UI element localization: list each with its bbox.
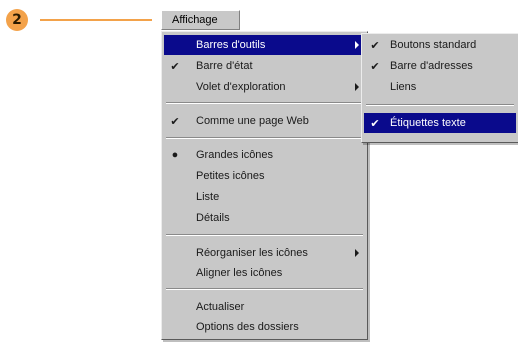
submenu-item-text-labels[interactable]: ✔ Étiquettes texte xyxy=(364,113,516,133)
menu-item-label: Barre d'adresses xyxy=(390,60,473,72)
step-number-badge: 2 xyxy=(6,9,28,31)
menu-item-small-icons[interactable]: Petites icônes xyxy=(164,166,365,186)
submenu-arrow-icon xyxy=(355,249,359,257)
menu-item-label: Détails xyxy=(196,212,230,224)
menu-item-label: Actualiser xyxy=(196,301,245,313)
menu-item-label: Liens xyxy=(390,81,417,93)
menu-separator xyxy=(366,104,514,106)
check-icon: ✔ xyxy=(370,117,380,130)
menu-item-label: Barres d'outils xyxy=(196,39,266,51)
check-icon: ✔ xyxy=(370,60,380,73)
menu-separator xyxy=(166,234,363,236)
menu-item-label: Volet d'exploration xyxy=(196,81,286,93)
submenu-arrow-icon xyxy=(355,83,359,91)
menu-item-large-icons[interactable]: ● Grandes icônes xyxy=(164,145,365,165)
toolbars-submenu: ✔ Boutons standard ✔ Barre d'adresses Li… xyxy=(361,33,518,143)
menu-item-arrange-icons[interactable]: Réorganiser les icônes xyxy=(164,243,365,263)
menu-item-line-up-icons[interactable]: Aligner les icônes xyxy=(164,263,365,283)
callout-line xyxy=(40,19,152,21)
menubar-affichage-label: Affichage xyxy=(172,14,218,26)
menu-item-label: Aligner les icônes xyxy=(196,267,283,279)
submenu-item-links[interactable]: Liens xyxy=(364,77,516,97)
menu-item-folder-options[interactable]: Options des dossiers xyxy=(164,317,365,337)
menu-item-label: Petites icônes xyxy=(196,170,265,182)
submenu-arrow-icon xyxy=(355,41,359,49)
check-icon: ✔ xyxy=(170,60,180,73)
menu-item-label: Options des dossiers xyxy=(196,321,299,333)
affichage-menu: Barres d'outils ✔ Barre d'état Volet d'e… xyxy=(161,31,368,340)
submenu-item-address-bar[interactable]: ✔ Barre d'adresses xyxy=(364,56,516,76)
menu-item-details[interactable]: Détails xyxy=(164,208,365,228)
menu-item-list[interactable]: Liste xyxy=(164,187,365,207)
menu-item-label: Liste xyxy=(196,191,220,203)
menu-item-as-web-page[interactable]: ✔ Comme une page Web xyxy=(164,111,365,131)
check-icon: ✔ xyxy=(170,115,180,128)
radio-dot-icon: ● xyxy=(171,148,179,161)
menu-item-refresh[interactable]: Actualiser xyxy=(164,297,365,317)
menu-item-label: Barre d'état xyxy=(196,60,253,72)
check-icon: ✔ xyxy=(370,39,380,52)
menu-separator xyxy=(166,137,363,139)
menubar-affichage[interactable]: Affichage xyxy=(161,10,240,30)
menu-separator xyxy=(166,102,363,104)
menu-item-status-bar[interactable]: ✔ Barre d'état xyxy=(164,56,365,76)
menu-item-label: Boutons standard xyxy=(390,39,477,51)
menu-item-label: Grandes icônes xyxy=(196,149,274,161)
submenu-item-standard-buttons[interactable]: ✔ Boutons standard xyxy=(364,35,516,55)
menu-separator xyxy=(166,288,363,290)
menu-item-toolbars[interactable]: Barres d'outils xyxy=(164,35,365,55)
menu-item-explorer-bar[interactable]: Volet d'exploration xyxy=(164,77,365,97)
menu-item-label: Réorganiser les icônes xyxy=(196,247,308,259)
menu-item-label: Comme une page Web xyxy=(196,115,309,127)
menu-item-label: Étiquettes texte xyxy=(390,117,466,129)
